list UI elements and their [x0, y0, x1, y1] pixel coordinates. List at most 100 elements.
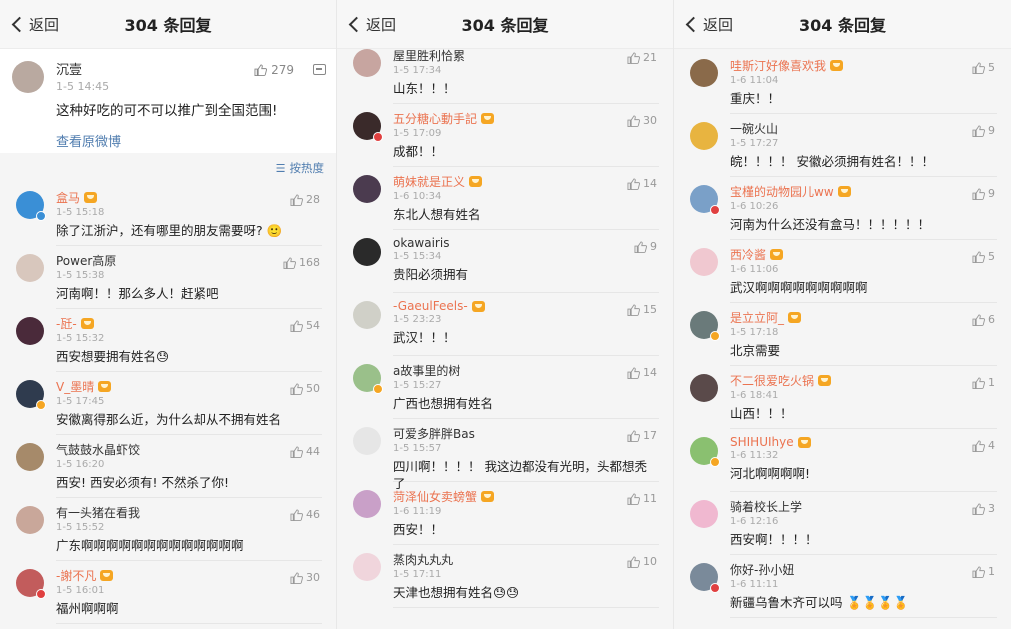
- comment-author[interactable]: 西冷酱: [730, 246, 997, 263]
- list-item[interactable]: 五分糖心動手記 1-5 17:09 成都！！ 30: [337, 104, 673, 167]
- like-button[interactable]: 17: [627, 429, 657, 442]
- comment-author[interactable]: 一碗火山: [730, 120, 997, 137]
- list-item[interactable]: -謝不凡 1-5 16:01 福州啊啊啊 30: [0, 561, 336, 624]
- list-item[interactable]: 你好-孙小妞 1-6 11:11 新疆乌鲁木齐可以吗 🏅🏅🏅🏅 1: [674, 555, 1011, 618]
- avatar[interactable]: [16, 380, 46, 410]
- list-item[interactable]: 蒸肉丸丸丸 1-5 17:11 天津也想拥有姓名😓😓 10: [337, 545, 673, 608]
- avatar[interactable]: [690, 311, 720, 341]
- like-button[interactable]: 4: [972, 439, 995, 452]
- list-item[interactable]: -GaeulFeels- 1-5 23:23 武汉！！！ 15: [337, 293, 673, 356]
- like-button[interactable]: 30: [627, 114, 657, 127]
- like-button[interactable]: 279: [254, 63, 294, 77]
- back-button[interactable]: 返回: [684, 0, 733, 49]
- like-button[interactable]: 30: [290, 571, 320, 584]
- like-button[interactable]: 5: [972, 250, 995, 263]
- like-button[interactable]: 46: [290, 508, 320, 521]
- like-button[interactable]: 5: [972, 61, 995, 74]
- back-button[interactable]: 返回: [10, 0, 59, 49]
- comment-author[interactable]: 气鼓鼓水晶虾饺: [56, 441, 322, 458]
- comment-author[interactable]: a故事里的树: [393, 362, 659, 379]
- comment-author[interactable]: 有一头猪在看我: [56, 504, 322, 521]
- list-item[interactable]: 宝槿的动物园儿ww 1-6 10:26 河南为什么还没有盒马！！！！！！ 9: [674, 177, 1011, 240]
- comment-author[interactable]: V_墨晴: [56, 378, 322, 395]
- comment-icon[interactable]: [313, 64, 326, 75]
- comment-author[interactable]: 屋里胜利恰累: [393, 47, 659, 64]
- avatar[interactable]: [353, 553, 381, 581]
- avatar[interactable]: [353, 490, 381, 518]
- list-item[interactable]: 骑着校长上学 1-6 12:16 西安啊！！！！ 3: [674, 492, 1011, 555]
- avatar[interactable]: [690, 122, 718, 150]
- list-item[interactable]: 西冷酱 1-6 11:06 武汉啊啊啊啊啊啊啊啊啊 5: [674, 240, 1011, 303]
- comment-author[interactable]: -謝不凡: [56, 567, 322, 584]
- like-button[interactable]: 3: [972, 502, 995, 515]
- avatar[interactable]: [690, 500, 718, 528]
- list-item[interactable]: 气鼓鼓水晶虾饺 1-5 16:20 西安! 西安必须有! 不然杀了你! 44: [0, 435, 336, 498]
- avatar[interactable]: [16, 443, 44, 471]
- comment-author[interactable]: 五分糖心動手記: [393, 110, 659, 127]
- avatar[interactable]: [353, 238, 381, 266]
- list-item[interactable]: V_墨晴 1-5 17:45 安徽离得那么近，为什么却从不拥有姓名 50: [0, 372, 336, 435]
- avatar[interactable]: [690, 59, 718, 87]
- comment-author[interactable]: -瓩-: [56, 315, 322, 332]
- list-item[interactable]: SHIHUIhye 1-6 11:32 河北啊啊啊啊! 4: [674, 429, 1011, 492]
- avatar[interactable]: [690, 185, 720, 215]
- avatar[interactable]: [353, 301, 381, 329]
- avatar[interactable]: [353, 49, 381, 77]
- avatar[interactable]: [16, 569, 46, 599]
- comment-author[interactable]: 不二很爱吃火锅: [730, 372, 997, 389]
- list-item[interactable]: okawairis 1-5 15:34 贵阳必须拥有 9: [337, 230, 673, 293]
- avatar[interactable]: [690, 374, 718, 402]
- list-item[interactable]: 菏泽仙女卖螃蟹 1-6 11:19 西安！！ 11: [337, 482, 673, 545]
- comment-author[interactable]: okawairis: [393, 236, 659, 250]
- avatar[interactable]: [16, 254, 44, 282]
- comment-author[interactable]: 蒸肉丸丸丸: [393, 551, 659, 568]
- like-button[interactable]: 9: [972, 187, 995, 200]
- like-button[interactable]: 168: [283, 256, 320, 269]
- avatar[interactable]: [16, 506, 44, 534]
- list-item[interactable]: 哇斯汀好像喜欢我 1-6 11:04 重庆！！ 5: [674, 51, 1011, 114]
- comment-author[interactable]: 萌妹就是正义: [393, 173, 659, 190]
- like-button[interactable]: 11: [627, 492, 657, 505]
- list-item[interactable]: 可爱多胖胖Bas 1-5 15:57 四川啊！！！！ 我这边都没有光明，头都想秃了 1…: [337, 419, 673, 491]
- like-button[interactable]: 9: [634, 240, 657, 253]
- list-item[interactable]: Power高原 1-5 15:38 河南啊！！那么多人！赶紧吧 168: [0, 246, 336, 309]
- list-item[interactable]: 盒马 1-5 15:18 除了江浙沪，还有哪里的朋友需要呀? 🙂 28: [0, 183, 336, 246]
- avatar[interactable]: [16, 317, 44, 345]
- comment-author[interactable]: 骑着校长上学: [730, 498, 997, 515]
- avatar[interactable]: [353, 175, 381, 203]
- list-item[interactable]: 一碗火山 1-5 17:27 皖！！！！ 安徽必须拥有姓名！！！ 9: [674, 114, 1011, 177]
- like-button[interactable]: 50: [290, 382, 320, 395]
- comment-author[interactable]: 宝槿的动物园儿ww: [730, 183, 997, 200]
- like-button[interactable]: 54: [290, 319, 320, 332]
- avatar[interactable]: [690, 437, 720, 467]
- list-item[interactable]: 不二很爱吃火锅 1-6 18:41 山西！！！ 1: [674, 366, 1011, 429]
- like-button[interactable]: 15: [627, 303, 657, 316]
- like-button[interactable]: 10: [627, 555, 657, 568]
- like-button[interactable]: 14: [627, 366, 657, 379]
- list-item[interactable]: 是立立阿_ 1-5 17:18 北京需要 6: [674, 303, 1011, 366]
- like-button[interactable]: 28: [290, 193, 320, 206]
- avatar[interactable]: [690, 248, 718, 276]
- list-item[interactable]: a故事里的树 1-5 15:27 广西也想拥有姓名 14: [337, 356, 673, 419]
- like-button[interactable]: 6: [972, 313, 995, 326]
- avatar[interactable]: [16, 191, 46, 221]
- like-button[interactable]: 1: [972, 376, 995, 389]
- list-item[interactable]: 萌妹就是正义 1-6 10:34 东北人想有姓名 14: [337, 167, 673, 230]
- view-original-link[interactable]: 查看原微博: [56, 131, 322, 150]
- list-item[interactable]: 屋里胜利恰累 1-5 17:34 山东！！！ 21: [337, 41, 673, 104]
- comment-author[interactable]: 菏泽仙女卖螃蟹: [393, 488, 659, 505]
- avatar[interactable]: [12, 61, 44, 93]
- avatar[interactable]: [353, 112, 383, 142]
- avatar[interactable]: [690, 563, 720, 593]
- like-button[interactable]: 21: [627, 51, 657, 64]
- list-item[interactable]: -瓩- 1-5 15:32 西安想要拥有姓名😓 54: [0, 309, 336, 372]
- like-button[interactable]: 44: [290, 445, 320, 458]
- like-button[interactable]: 14: [627, 177, 657, 190]
- comment-author[interactable]: 你好-孙小妞: [730, 561, 997, 578]
- list-item[interactable]: 有一头猪在看我 1-5 15:52 广东啊啊啊啊啊啊啊啊啊啊啊啊啊 46: [0, 498, 336, 561]
- comment-author[interactable]: SHIHUIhye: [730, 435, 997, 449]
- like-button[interactable]: 1: [972, 565, 995, 578]
- comment-author[interactable]: 哇斯汀好像喜欢我: [730, 57, 997, 74]
- comment-author[interactable]: -GaeulFeels-: [393, 299, 659, 313]
- comment-author[interactable]: 是立立阿_: [730, 309, 997, 326]
